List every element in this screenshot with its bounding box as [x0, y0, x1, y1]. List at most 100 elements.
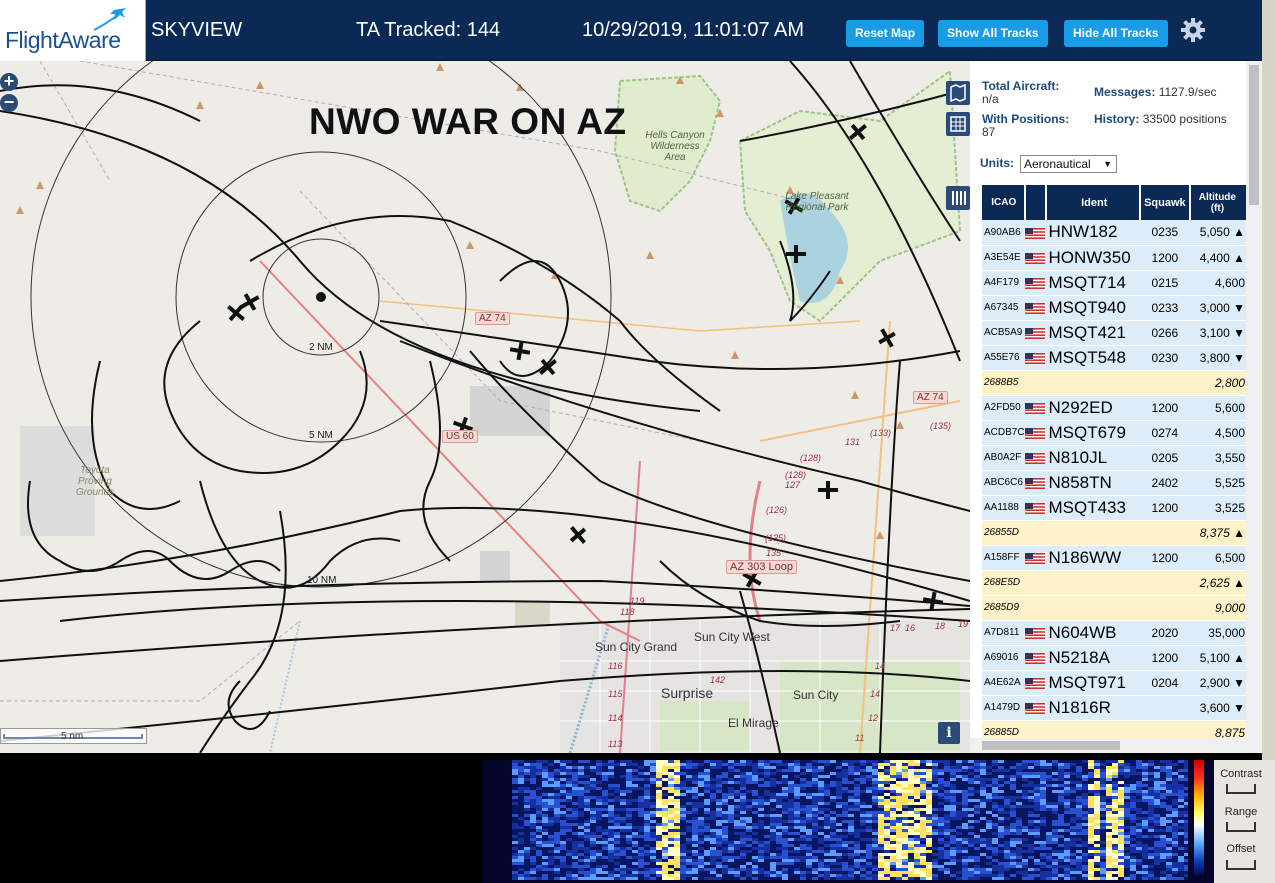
hide-all-tracks-button[interactable]: Hide All Tracks — [1064, 20, 1168, 47]
scale-bar: 5 nm — [0, 728, 147, 744]
altitude-cell: 2,800 — [1189, 370, 1247, 396]
table-row[interactable]: 2688B5 2,800 — [982, 370, 1247, 396]
table-row[interactable]: A69016 N5218A 1200 5,100 ▲ — [982, 645, 1247, 671]
flag-cell — [1024, 495, 1047, 521]
label-lake-pleasant: Lake Pleasant Regional Park — [785, 191, 849, 213]
squawk-cell: 2020 — [1140, 620, 1190, 646]
table-row[interactable]: A2FD50 N292ED 1200 5,600 — [982, 395, 1247, 421]
icao-cell: AB0A2F — [982, 445, 1025, 471]
us-flag-icon — [1024, 277, 1045, 289]
flightaware-logo[interactable]: FlightAware — [0, 0, 146, 61]
road-tag-us60: US 60 — [442, 430, 478, 443]
road-tag-az74-east: AZ 74 — [913, 391, 948, 404]
table-row[interactable]: A4E62A MSQT971 0204 2,900 ▼ — [982, 670, 1247, 696]
range-slider[interactable] — [1226, 822, 1256, 832]
table-row[interactable]: A158FF N186WW 1200 6,500 — [982, 545, 1247, 571]
waterfall-display[interactable] — [512, 760, 1188, 880]
table-row[interactable]: ACDB7C MSQT679 0274 4,500 — [982, 420, 1247, 446]
table-row[interactable]: A55E76 MSQT548 0230 3,800 ▼ — [982, 345, 1247, 371]
squawk-cell — [1140, 520, 1190, 546]
scrollbar-thumb[interactable] — [982, 741, 1120, 750]
map-info-button[interactable]: i — [938, 722, 960, 744]
altitude-cell: 3,800 ▼ — [1189, 345, 1247, 371]
svg-text:135: 135 — [766, 548, 782, 558]
flag-cell — [1024, 620, 1047, 646]
col-icao[interactable]: ICAO — [982, 185, 1026, 220]
contrast-slider[interactable] — [1226, 784, 1256, 794]
waterfall-controls: Contrast Range Offset — [1214, 760, 1275, 883]
table-row[interactable]: 26855D 8,375 ▲ — [982, 520, 1247, 546]
svg-text:17: 17 — [890, 623, 901, 633]
svg-text:113: 113 — [608, 739, 622, 749]
svg-text:(135): (135) — [930, 421, 951, 431]
svg-text:14: 14 — [870, 689, 880, 699]
messages-stat: Messages: 1127.9/sec — [1094, 86, 1217, 99]
us-flag-icon — [1024, 452, 1045, 464]
icao-cell: AA1188 — [982, 495, 1025, 521]
ring-label-5nm: 5 NM — [309, 430, 333, 441]
table-row[interactable]: A1479D N1816R 3,600 ▼ — [982, 695, 1247, 721]
grid-icon — [950, 116, 966, 132]
table-row[interactable]: A7D811 N604WB 2020 35,000 — [982, 620, 1247, 646]
map-layer-button[interactable] — [946, 81, 970, 105]
us-flag-icon — [1024, 402, 1045, 414]
ring-label-2nm: 2 NM — [309, 342, 333, 353]
flag-cell — [1024, 370, 1047, 396]
zoom-out-button[interactable]: − — [0, 93, 18, 112]
us-flag-icon — [1024, 652, 1045, 664]
table-row[interactable]: A90AB6 HNW182 0235 5,050 ▲ — [982, 220, 1247, 246]
reset-map-button[interactable]: Reset Map — [846, 20, 925, 47]
col-ident[interactable]: Ident — [1046, 185, 1142, 220]
table-row[interactable]: AB0A2F N810JL 0205 3,550 — [982, 445, 1247, 471]
us-flag-icon — [1024, 302, 1045, 314]
map-canvas[interactable]: 131(133)(135) (128)(128)127 (126)(135)13… — [0, 61, 970, 753]
skyview-app: FlightAware SKYVIEW TA Tracked: 144 10/2… — [0, 0, 1275, 883]
table-row[interactable]: ACB5A9 MSQT421 0266 3,100 ▼ — [982, 320, 1247, 346]
show-all-tracks-button[interactable]: Show All Tracks — [938, 20, 1048, 47]
total-aircraft-stat: Total Aircraft: n/a — [982, 80, 1059, 106]
table-row[interactable]: A3E54E HONW350 1200 4,400 ▲ — [982, 245, 1247, 271]
scale-label: 5 nm — [61, 731, 84, 742]
altitude-cell: 9,000 — [1189, 595, 1247, 621]
columns-icon — [952, 191, 966, 205]
grid-toggle-button[interactable] — [946, 112, 970, 136]
altitude-cell: 2,900 ▼ — [1189, 670, 1247, 696]
label-sun-city-west: Sun City West — [694, 630, 770, 644]
col-flag[interactable] — [1024, 185, 1048, 220]
table-row[interactable]: ABC6C6 N858TN 2402 5,525 — [982, 470, 1247, 496]
ident-cell: MSQT421 — [1046, 320, 1141, 346]
squawk-cell: 1200 — [1140, 495, 1190, 521]
squawk-cell: 0204 — [1140, 670, 1190, 696]
table-row[interactable]: AA1188 MSQT433 1200 3,525 — [982, 495, 1247, 521]
squawk-cell: 1200 — [1140, 395, 1190, 421]
table-row[interactable]: 2685D9 9,000 — [982, 595, 1247, 621]
table-row[interactable]: 268E5D 2,625 ▲ — [982, 570, 1247, 596]
gear-icon[interactable] — [1180, 17, 1206, 43]
squawk-cell — [1140, 570, 1190, 596]
units-select[interactable]: Aeronautical ▼ — [1020, 155, 1117, 173]
map-view[interactable]: 131 (133) (135) (128) (128) 127 (126) (135) 13… — [0, 61, 970, 753]
col-squawk[interactable]: Squawk — [1140, 185, 1191, 220]
icao-cell: ACB5A9 — [982, 320, 1025, 346]
svg-text:18: 18 — [935, 621, 945, 631]
scrollbar-thumb[interactable] — [1249, 65, 1259, 205]
sidebar-vertical-scrollbar[interactable] — [1246, 61, 1262, 753]
offset-slider[interactable] — [1226, 860, 1256, 870]
top-header: FlightAware SKYVIEW TA Tracked: 144 10/2… — [0, 0, 1262, 61]
table-row[interactable]: A4F179 MSQT714 0215 4,600 — [982, 270, 1247, 296]
messages-value: 1127.9/sec — [1158, 85, 1217, 99]
altitude-cell: 6,500 — [1189, 545, 1247, 571]
zoom-in-button[interactable]: + — [0, 72, 18, 91]
messages-label: Messages: — [1094, 85, 1156, 99]
table-row[interactable]: A67345 MSQT940 0233 3,000 ▼ — [982, 295, 1247, 321]
sidebar-horizontal-scrollbar[interactable] — [970, 738, 1246, 753]
svg-text:(128): (128) — [785, 470, 806, 480]
col-altitude[interactable]: Altitude (ft) — [1189, 185, 1249, 220]
squawk-cell — [1140, 695, 1190, 721]
columns-toggle-button[interactable] — [946, 186, 970, 210]
squawk-cell: 0205 — [1140, 445, 1190, 471]
svg-text:114: 114 — [608, 713, 622, 723]
spectrum-left-panel — [0, 760, 468, 883]
svg-text:16: 16 — [905, 623, 915, 633]
ident-cell: MSQT433 — [1046, 495, 1141, 521]
